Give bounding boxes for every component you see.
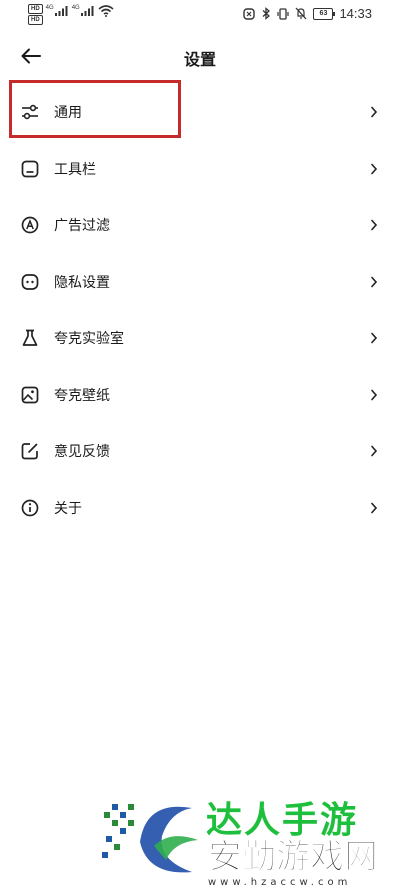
watermark-mosaic	[102, 804, 134, 858]
settings-item-label: 广告过滤	[54, 217, 110, 234]
chevron-right-icon	[371, 163, 378, 175]
vibrate-icon	[277, 7, 290, 20]
network-type-2: 4G	[71, 5, 80, 11]
chevron-right-icon	[371, 219, 378, 231]
wifi-icon	[98, 5, 114, 17]
nfc-icon	[243, 7, 256, 20]
battery-indicator: 63	[313, 7, 336, 20]
settings-item-privacy[interactable]: 隐私设置	[0, 254, 400, 311]
clock: 14:33	[339, 6, 372, 21]
signal-2: 4G	[72, 5, 95, 16]
settings-item-feedback[interactable]: 意见反馈	[0, 423, 400, 480]
mute-bell-icon	[295, 7, 307, 20]
settings-item-about[interactable]: 关于	[0, 480, 400, 537]
toolbar-icon	[20, 159, 40, 179]
watermark-logo: 达人手游 安勤游戏网 www.hzaccw.com	[102, 800, 379, 888]
settings-item-general[interactable]: 通用	[0, 84, 400, 141]
ad-filter-icon	[20, 215, 40, 235]
settings-item-label: 关于	[54, 499, 82, 516]
signal-bars-icon	[80, 6, 94, 16]
settings-item-toolbar[interactable]: 工具栏	[0, 141, 400, 198]
wallpaper-icon	[20, 385, 40, 405]
hd-badge-2: HD	[28, 15, 43, 25]
status-bar: HD HD 4G 4G 63 14:33	[0, 0, 400, 28]
chevron-right-icon	[371, 332, 378, 344]
flask-icon	[20, 328, 40, 348]
svg-text:www.hzaccw.com: www.hzaccw.com	[208, 877, 351, 888]
header: 设置	[0, 36, 400, 76]
feedback-edit-icon	[20, 441, 40, 461]
settings-item-lab[interactable]: 夸克实验室	[0, 310, 400, 367]
settings-item-label: 夸克实验室	[54, 330, 124, 347]
network-type-1: 4G	[45, 5, 54, 11]
chevron-right-icon	[371, 502, 378, 514]
privacy-mask-icon	[20, 272, 40, 292]
status-right: 63 14:33	[243, 6, 372, 21]
sliders-icon	[20, 102, 40, 122]
page-title: 设置	[183, 52, 216, 69]
settings-item-wallpaper[interactable]: 夸克壁纸	[0, 367, 400, 424]
info-icon	[20, 498, 40, 518]
hd-badge-1: HD	[28, 4, 43, 14]
signal-1: 4G	[46, 5, 69, 16]
hd-stack: HD HD	[28, 4, 43, 25]
settings-item-label: 意见反馈	[54, 443, 110, 460]
settings-list: 通用 工具栏 广告过滤 隐私设置 夸克实验室 夸克壁纸 意见反馈 关于	[0, 84, 400, 536]
settings-item-label: 通用	[54, 104, 82, 121]
settings-item-label: 隐私设置	[54, 273, 110, 290]
chevron-right-icon	[371, 106, 378, 118]
svg-text:安勤游戏网: 安勤游戏网	[208, 837, 378, 877]
settings-item-ad-filter[interactable]: 广告过滤	[0, 197, 400, 254]
status-left: HD HD 4G 4G	[28, 4, 114, 25]
chevron-right-icon	[371, 276, 378, 288]
bluetooth-icon	[263, 7, 271, 20]
chevron-right-icon	[371, 445, 378, 457]
settings-item-label: 工具栏	[54, 160, 96, 177]
signal-bars-icon	[54, 6, 68, 16]
svg-text:达人手游: 达人手游	[206, 800, 358, 841]
chevron-right-icon	[371, 389, 378, 401]
settings-item-label: 夸克壁纸	[54, 386, 110, 403]
